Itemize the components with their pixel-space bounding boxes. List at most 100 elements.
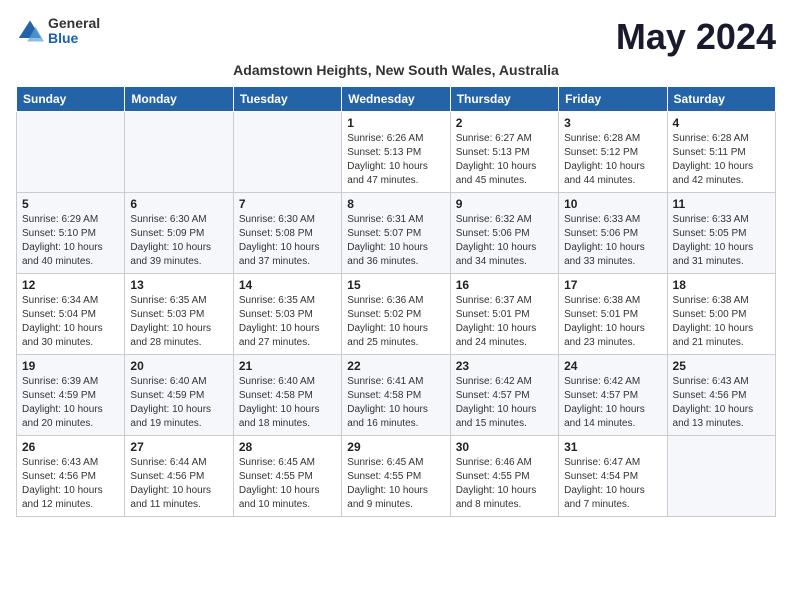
month-title: May 2024 <box>616 16 776 58</box>
day-number: 28 <box>239 440 336 454</box>
table-row: 4Sunrise: 6:28 AM Sunset: 5:11 PM Daylig… <box>667 112 775 193</box>
calendar-week-row: 12 Sunrise: 6:34 AM Sunset: 5:04 PM Dayli… <box>17 274 776 355</box>
table-row: 19Sunrise: 6:39 AM Sunset: 4:59 PM Dayli… <box>17 355 125 436</box>
day-number: 17 <box>564 278 661 292</box>
day-info: Sunrise: 6:29 AM Sunset: 5:10 PM Dayligh… <box>22 213 119 269</box>
table-row: 25 Sunrise: 6:43 AM Sunset: 4:56 PM Dayli… <box>667 355 775 436</box>
table-row: 22 Sunrise: 6:41 AM Sunset: 4:58 PM Dayli… <box>342 355 450 436</box>
calendar-header-row: Sunday Monday Tuesday Wednesday Thursday… <box>17 87 776 112</box>
table-row: 20Sunrise: 6:40 AM Sunset: 4:59 PM Dayli… <box>125 355 233 436</box>
day-number: 20 <box>130 359 227 373</box>
day-number: 23 <box>456 359 553 373</box>
day-info: Sunrise: 6:46 AM Sunset: 4:55 PM Dayligh… <box>456 456 553 512</box>
table-row <box>667 436 775 517</box>
table-row: 17 Sunrise: 6:38 AM Sunset: 5:01 PM Dayli… <box>559 274 667 355</box>
table-row: 10 Sunrise: 6:33 AM Sunset: 5:06 PM Dayli… <box>559 193 667 274</box>
table-row: 1Sunrise: 6:26 AM Sunset: 5:13 PM Daylig… <box>342 112 450 193</box>
day-info: Sunrise: 6:38 AM Sunset: 5:00 PM Dayligh… <box>673 294 770 350</box>
day-info: Sunrise: 6:34 AM Sunset: 5:04 PM Dayligh… <box>22 294 119 350</box>
day-info: Sunrise: 6:33 AM Sunset: 5:06 PM Dayligh… <box>564 213 661 269</box>
day-info: Sunrise: 6:33 AM Sunset: 5:05 PM Dayligh… <box>673 213 770 269</box>
table-row: 18 Sunrise: 6:38 AM Sunset: 5:00 PM Dayli… <box>667 274 775 355</box>
table-row: 9 Sunrise: 6:32 AM Sunset: 5:06 PM Daylig… <box>450 193 558 274</box>
day-info: Sunrise: 6:39 AM Sunset: 4:59 PM Dayligh… <box>22 375 119 431</box>
table-row: 28 Sunrise: 6:45 AM Sunset: 4:55 PM Dayli… <box>233 436 341 517</box>
day-info: Sunrise: 6:45 AM Sunset: 4:55 PM Dayligh… <box>239 456 336 512</box>
col-friday: Friday <box>559 87 667 112</box>
day-number: 10 <box>564 197 661 211</box>
day-number: 15 <box>347 278 444 292</box>
day-info: Sunrise: 6:42 AM Sunset: 4:57 PM Dayligh… <box>456 375 553 431</box>
day-number: 11 <box>673 197 770 211</box>
table-row: 11 Sunrise: 6:33 AM Sunset: 5:05 PM Dayli… <box>667 193 775 274</box>
day-info: Sunrise: 6:32 AM Sunset: 5:06 PM Dayligh… <box>456 213 553 269</box>
day-info: Sunrise: 6:38 AM Sunset: 5:01 PM Dayligh… <box>564 294 661 350</box>
day-info: Sunrise: 6:41 AM Sunset: 4:58 PM Dayligh… <box>347 375 444 431</box>
table-row: 21 Sunrise: 6:40 AM Sunset: 4:58 PM Dayli… <box>233 355 341 436</box>
table-row: 24 Sunrise: 6:42 AM Sunset: 4:57 PM Dayli… <box>559 355 667 436</box>
day-info: Sunrise: 6:42 AM Sunset: 4:57 PM Dayligh… <box>564 375 661 431</box>
day-info: Sunrise: 6:40 AM Sunset: 4:58 PM Dayligh… <box>239 375 336 431</box>
day-info: Sunrise: 6:30 AM Sunset: 5:08 PM Dayligh… <box>239 213 336 269</box>
day-number: 27 <box>130 440 227 454</box>
day-info: Sunrise: 6:47 AM Sunset: 4:54 PM Dayligh… <box>564 456 661 512</box>
day-number: 3 <box>564 116 661 130</box>
day-info: Sunrise: 6:45 AM Sunset: 4:55 PM Dayligh… <box>347 456 444 512</box>
calendar-week-row: 1Sunrise: 6:26 AM Sunset: 5:13 PM Daylig… <box>17 112 776 193</box>
day-info: Sunrise: 6:28 AM Sunset: 5:12 PM Dayligh… <box>564 132 661 188</box>
col-monday: Monday <box>125 87 233 112</box>
day-info: Sunrise: 6:30 AM Sunset: 5:09 PM Dayligh… <box>130 213 227 269</box>
day-info: Sunrise: 6:31 AM Sunset: 5:07 PM Dayligh… <box>347 213 444 269</box>
table-row: 5 Sunrise: 6:29 AM Sunset: 5:10 PM Daylig… <box>17 193 125 274</box>
day-number: 16 <box>456 278 553 292</box>
table-row: 15 Sunrise: 6:36 AM Sunset: 5:02 PM Dayli… <box>342 274 450 355</box>
day-number: 30 <box>456 440 553 454</box>
day-info: Sunrise: 6:44 AM Sunset: 4:56 PM Dayligh… <box>130 456 227 512</box>
day-info: Sunrise: 6:43 AM Sunset: 4:56 PM Dayligh… <box>22 456 119 512</box>
day-number: 13 <box>130 278 227 292</box>
col-saturday: Saturday <box>667 87 775 112</box>
table-row: 27 Sunrise: 6:44 AM Sunset: 4:56 PM Dayli… <box>125 436 233 517</box>
day-number: 9 <box>456 197 553 211</box>
subtitle: Adamstown Heights, New South Wales, Aust… <box>16 62 776 78</box>
table-row: 13 Sunrise: 6:35 AM Sunset: 5:03 PM Dayli… <box>125 274 233 355</box>
day-number: 25 <box>673 359 770 373</box>
day-number: 5 <box>22 197 119 211</box>
logo-general-text: General <box>48 16 100 31</box>
day-number: 6 <box>130 197 227 211</box>
day-number: 29 <box>347 440 444 454</box>
page-header: General Blue May 2024 <box>16 16 776 58</box>
day-info: Sunrise: 6:35 AM Sunset: 5:03 PM Dayligh… <box>130 294 227 350</box>
logo: General Blue <box>16 16 100 47</box>
calendar-week-row: 26 Sunrise: 6:43 AM Sunset: 4:56 PM Dayli… <box>17 436 776 517</box>
col-tuesday: Tuesday <box>233 87 341 112</box>
table-row <box>125 112 233 193</box>
table-row: 23 Sunrise: 6:42 AM Sunset: 4:57 PM Dayli… <box>450 355 558 436</box>
calendar-week-row: 5 Sunrise: 6:29 AM Sunset: 5:10 PM Daylig… <box>17 193 776 274</box>
day-number: 24 <box>564 359 661 373</box>
col-sunday: Sunday <box>17 87 125 112</box>
table-row: 12 Sunrise: 6:34 AM Sunset: 5:04 PM Dayli… <box>17 274 125 355</box>
table-row: 6 Sunrise: 6:30 AM Sunset: 5:09 PM Daylig… <box>125 193 233 274</box>
day-number: 21 <box>239 359 336 373</box>
day-number: 12 <box>22 278 119 292</box>
table-row: 29 Sunrise: 6:45 AM Sunset: 4:55 PM Dayli… <box>342 436 450 517</box>
day-info: Sunrise: 6:35 AM Sunset: 5:03 PM Dayligh… <box>239 294 336 350</box>
day-number: 7 <box>239 197 336 211</box>
table-row <box>233 112 341 193</box>
day-number: 22 <box>347 359 444 373</box>
day-number: 1 <box>347 116 444 130</box>
table-row: 14Sunrise: 6:35 AM Sunset: 5:03 PM Dayli… <box>233 274 341 355</box>
day-number: 8 <box>347 197 444 211</box>
day-number: 18 <box>673 278 770 292</box>
table-row: 3 Sunrise: 6:28 AM Sunset: 5:12 PM Daylig… <box>559 112 667 193</box>
table-row: 30 Sunrise: 6:46 AM Sunset: 4:55 PM Dayli… <box>450 436 558 517</box>
day-info: Sunrise: 6:43 AM Sunset: 4:56 PM Dayligh… <box>673 375 770 431</box>
day-number: 26 <box>22 440 119 454</box>
day-info: Sunrise: 6:36 AM Sunset: 5:02 PM Dayligh… <box>347 294 444 350</box>
table-row: 7 Sunrise: 6:30 AM Sunset: 5:08 PM Daylig… <box>233 193 341 274</box>
table-row: 2Sunrise: 6:27 AM Sunset: 5:13 PM Daylig… <box>450 112 558 193</box>
calendar-week-row: 19Sunrise: 6:39 AM Sunset: 4:59 PM Dayli… <box>17 355 776 436</box>
col-wednesday: Wednesday <box>342 87 450 112</box>
day-number: 31 <box>564 440 661 454</box>
